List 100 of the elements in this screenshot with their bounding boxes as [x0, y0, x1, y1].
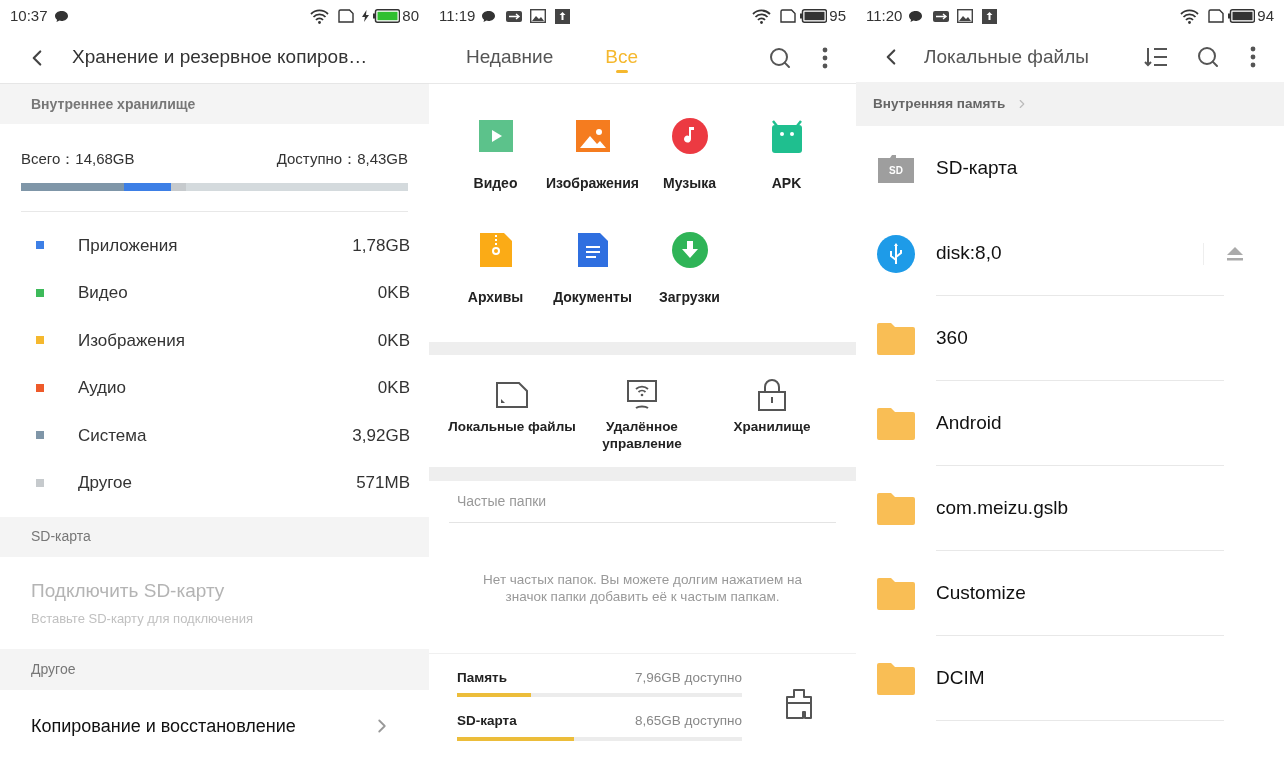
sd-card-outline-icon [496, 382, 528, 408]
search-icon [1196, 45, 1220, 69]
file-name[interactable]: Customize [936, 579, 1244, 608]
more-button[interactable] [822, 46, 828, 69]
image-icon [530, 9, 547, 23]
category-label: Система [78, 424, 148, 447]
breadcrumb[interactable]: Внутренняя память [873, 93, 1006, 115]
eject-icon [1226, 246, 1244, 261]
storage-label: SD-карта [457, 712, 517, 731]
wifi-icon [310, 8, 330, 24]
file-name[interactable]: com.meizu.gslb [936, 494, 1244, 523]
upload-icon [555, 8, 571, 24]
section-header: Внутреннее хранилище [0, 84, 429, 124]
sim-card-icon [780, 9, 797, 23]
upload-icon [982, 8, 998, 24]
category-label[interactable]: Изображения [546, 173, 639, 194]
storage-free: 7,96GB доступно [634, 669, 742, 687]
folder-icon [877, 322, 915, 355]
category-label[interactable]: Загрузки [659, 287, 720, 308]
available-size: Доступно：8,43GB [276, 149, 408, 169]
folder-icon [877, 407, 915, 440]
battery-percent: 80 [402, 5, 419, 26]
wifi-icon [752, 8, 772, 24]
category-label[interactable]: Архивы [467, 287, 524, 308]
sort-button[interactable] [1144, 46, 1168, 68]
category-size: 1,78GB [352, 234, 410, 257]
frequent-folders-header: Частые папки [456, 492, 547, 511]
search-icon [768, 45, 792, 70]
usb-icon [506, 10, 523, 22]
tool-label[interactable]: Локальные файлы [448, 418, 576, 435]
wifi-icon [1180, 8, 1200, 24]
more-icon [1250, 46, 1256, 68]
screen-title: Локальные файлы [924, 44, 1090, 69]
category-label: Аудио [78, 377, 127, 399]
storage-label: Память [457, 669, 507, 687]
section-header: Другое [0, 648, 429, 690]
backup-restore-item[interactable]: Копирование и восстановление [31, 712, 371, 740]
category-label: Приложения [78, 234, 179, 257]
status-time: 11:19 [439, 5, 476, 26]
tool-label[interactable]: Хранилище [708, 418, 836, 435]
sim-card-icon [1208, 9, 1225, 23]
status-time: 10:37 [10, 5, 48, 26]
storage-free: 8,65GB доступно [634, 712, 742, 731]
battery-icon [373, 9, 401, 23]
category-size: 0KB [377, 329, 410, 352]
more-icon [822, 46, 828, 69]
category-label[interactable]: Видео [473, 173, 518, 194]
mount-sd-title: Подключить SD-карту [31, 578, 226, 603]
category-size: 3,92GB [352, 424, 410, 447]
usb-icon [933, 10, 950, 22]
robot-icon [770, 119, 803, 153]
empty-message: Нет частых папок. Вы можете долгим нажатием на значок папки добавить её к частым папкам. [482, 571, 803, 605]
battery-icon [1228, 9, 1256, 23]
total-size: Всего：14,68GB [21, 149, 135, 169]
usb-icon [877, 234, 915, 273]
clean-button[interactable] [786, 689, 812, 720]
message-icon [908, 9, 924, 23]
file-name[interactable]: disk:8,0 [936, 239, 1203, 268]
zip-file-icon [479, 233, 512, 267]
tab[interactable]: Недавние [466, 32, 554, 83]
battery-percent: 95 [829, 5, 846, 26]
category-label[interactable]: Документы [553, 287, 632, 308]
file-name[interactable]: Android [936, 409, 1244, 438]
image-icon [957, 9, 974, 23]
category-size: 0KB [377, 377, 410, 399]
category-size: 0KB [377, 282, 410, 304]
file-name[interactable]: SD-карта [936, 154, 1244, 183]
battery-icon [800, 9, 828, 23]
folder-icon [877, 662, 915, 695]
battery-percent: 94 [1257, 5, 1274, 26]
image-icon [575, 120, 610, 152]
folder-icon [877, 492, 915, 525]
message-icon [481, 9, 497, 23]
search-button[interactable] [768, 45, 792, 70]
music-note-icon [671, 118, 708, 154]
file-name[interactable]: DCIM [936, 664, 1244, 693]
broom-icon [786, 689, 812, 720]
sd-card-label: SD [889, 165, 903, 176]
download-icon [671, 232, 708, 268]
category-label: Другое [78, 472, 133, 494]
status-time: 11:20 [866, 5, 903, 26]
document-icon [577, 233, 608, 267]
search-button[interactable] [1196, 45, 1220, 69]
category-label: Изображения [78, 329, 186, 352]
section-header: SD-карта [0, 516, 429, 557]
screen-title: Хранение и резервное копиров… [72, 45, 368, 70]
message-icon [53, 9, 69, 23]
category-label[interactable]: APK [771, 173, 802, 194]
file-name[interactable]: 360 [936, 324, 1244, 353]
monitor-wifi-icon [627, 380, 657, 410]
category-label[interactable]: Музыка [663, 173, 716, 194]
sim-card-icon [338, 9, 355, 23]
tool-label[interactable]: Удалённое управление [578, 418, 706, 452]
padlock-icon [758, 379, 786, 411]
category-label: Видео [78, 282, 129, 304]
more-button[interactable] [1250, 46, 1256, 68]
folder-icon [877, 577, 915, 610]
mount-sd-subtitle: Вставьте SD-карту для подключения [31, 610, 255, 628]
category-size: 571MB [356, 472, 410, 494]
play-icon [478, 120, 513, 152]
